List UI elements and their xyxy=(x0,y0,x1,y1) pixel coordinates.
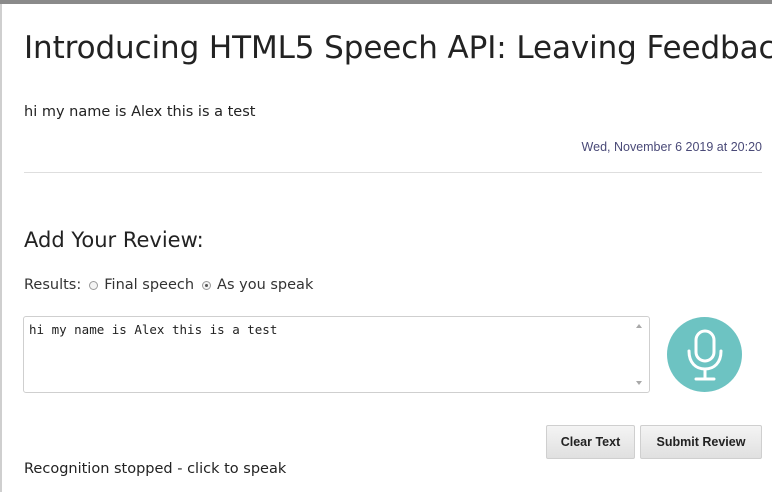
submit-review-button[interactable]: Submit Review xyxy=(640,425,762,459)
review-textarea-value: hi my name is Alex this is a test xyxy=(29,322,278,337)
microphone-button[interactable] xyxy=(667,317,742,392)
as-you-speak-radio[interactable] xyxy=(202,280,212,290)
results-label: Results: xyxy=(24,277,82,293)
final-speech-radio[interactable] xyxy=(89,280,99,290)
left-border xyxy=(0,4,2,492)
scroll-down-arrow-icon[interactable] xyxy=(636,381,642,385)
recognition-status[interactable]: Recognition stopped - click to speak xyxy=(24,461,286,477)
textarea-scrollbar[interactable] xyxy=(634,318,648,391)
divider xyxy=(24,172,762,173)
results-options: Results: Final speech As you speak xyxy=(24,277,313,293)
section-title: Add Your Review: xyxy=(24,228,204,252)
page-title: Introducing HTML5 Speech API: Leaving Fe… xyxy=(24,30,772,66)
scroll-up-arrow-icon[interactable] xyxy=(636,324,642,328)
review-textarea[interactable]: hi my name is Alex this is a test xyxy=(23,316,650,393)
review-text: hi my name is Alex this is a test xyxy=(24,104,256,120)
review-date: Wed, November 6 2019 at 20:20 xyxy=(581,140,762,154)
top-border xyxy=(0,0,772,4)
microphone-icon xyxy=(687,329,722,380)
clear-text-button[interactable]: Clear Text xyxy=(546,425,635,459)
as-you-speak-label[interactable]: As you speak xyxy=(217,277,313,293)
final-speech-label[interactable]: Final speech xyxy=(104,277,194,293)
